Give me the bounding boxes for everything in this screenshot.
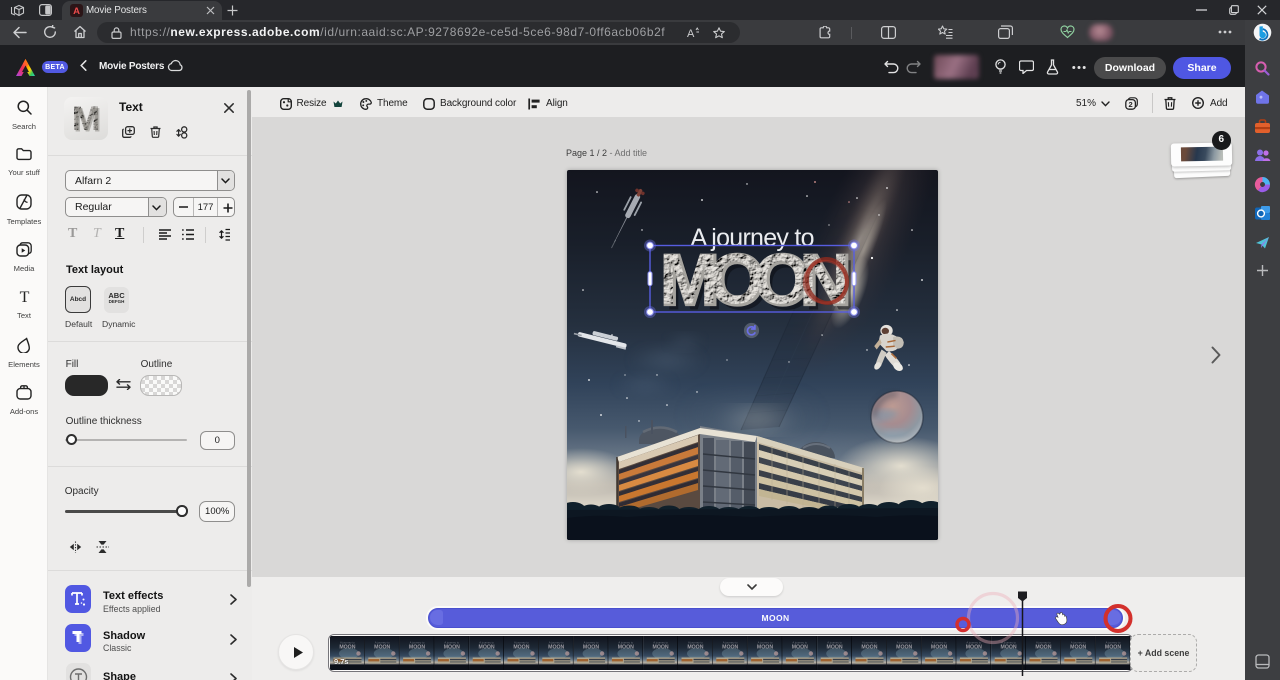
- svg-text:A: A: [687, 28, 695, 39]
- svg-text:A: A: [73, 6, 80, 17]
- svg-text:MOON: MOON: [659, 241, 850, 320]
- svg-text:2: 2: [1129, 100, 1133, 109]
- svg-text:M: M: [73, 102, 101, 140]
- svg-text:T: T: [19, 289, 29, 304]
